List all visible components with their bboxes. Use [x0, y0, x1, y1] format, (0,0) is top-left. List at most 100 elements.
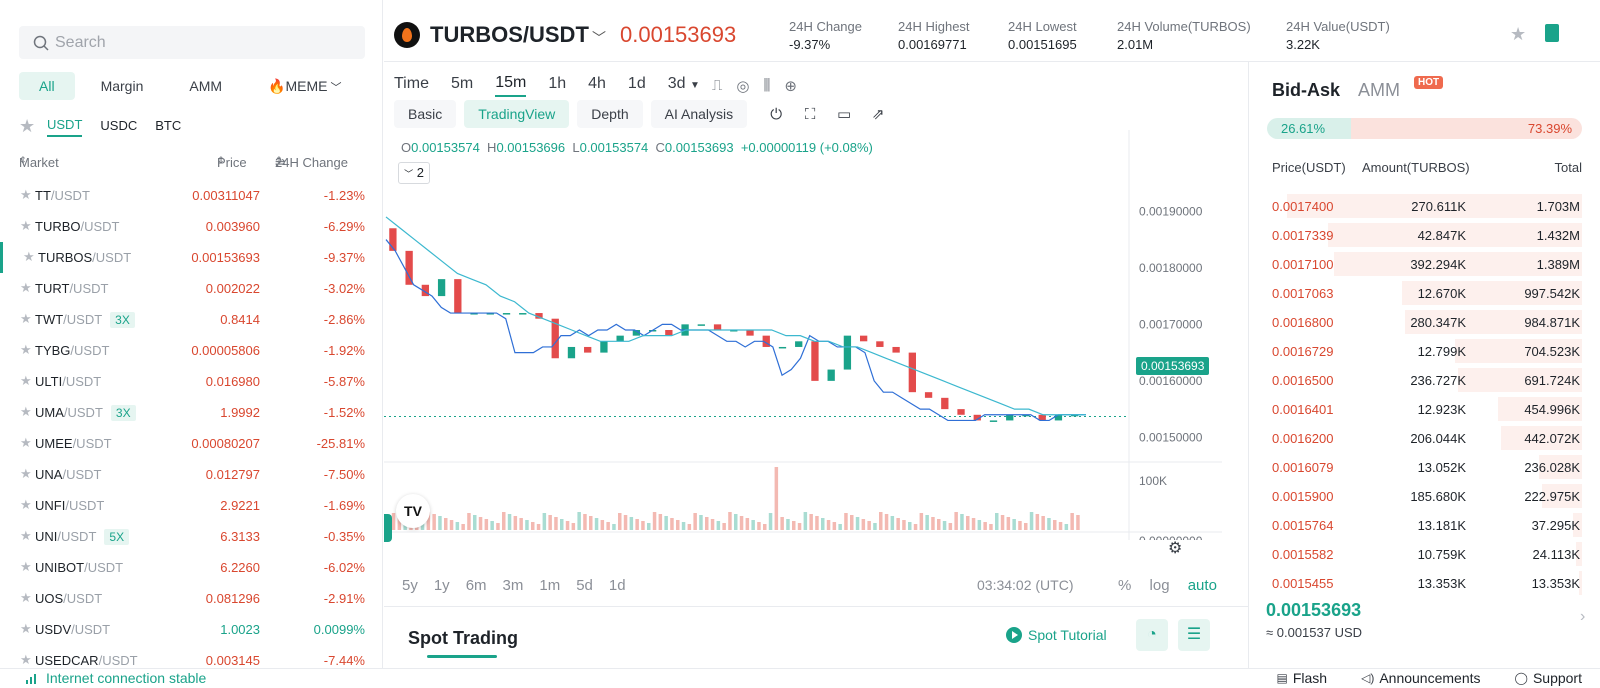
add-icon[interactable]: ⊕ — [784, 77, 797, 95]
ask-row[interactable]: 0.0016729 12.799K 704.523K — [1250, 337, 1600, 366]
ask-row[interactable]: 0.0017063 12.670K 997.542K — [1250, 279, 1600, 308]
footer-flash[interactable]: ▤ Flash — [1277, 670, 1328, 686]
settings-sliders-icon[interactable]: ☰ — [1178, 619, 1210, 651]
market-row[interactable]: ★ UOS/USDT 0.081296 -2.91% — [0, 583, 382, 614]
range-1d[interactable]: 1d — [609, 577, 626, 594]
market-row[interactable]: ★ USDV/USDT 1.0023 0.0099% — [0, 614, 382, 645]
tf-1h[interactable]: 1h — [548, 75, 566, 96]
star-icon[interactable]: ★ — [20, 373, 32, 389]
chevron-right-icon[interactable]: › — [1580, 608, 1585, 626]
tab-bid-ask[interactable]: Bid-Ask — [1272, 80, 1340, 101]
star-icon[interactable]: ★ — [20, 435, 32, 451]
range-1m[interactable]: 1m — [539, 577, 560, 594]
tab-meme[interactable]: 🔥MEME ﹀ — [248, 72, 361, 100]
market-row[interactable]: ★ UMEE/USDT 0.00080207 -25.81% — [0, 428, 382, 459]
tab-amm-book[interactable]: AMM — [1358, 80, 1400, 101]
market-row[interactable]: ★ UNA/USDT 0.012797 -7.50% — [0, 459, 382, 490]
ask-row[interactable]: 0.0015455 13.353K 13.353K — [1250, 569, 1600, 598]
market-row[interactable]: ★ TURBOS/USDT 0.00153693 -9.37% — [0, 242, 382, 273]
ask-row[interactable]: 0.0017339 42.847K 1.432M — [1250, 221, 1600, 250]
power-icon[interactable]: ⏻ — [763, 101, 789, 127]
range-3m[interactable]: 3m — [503, 577, 524, 594]
favorites-star-icon[interactable]: ★ — [19, 116, 47, 137]
star-icon[interactable]: ★ — [20, 497, 32, 513]
side-panel-toggle[interactable] — [384, 514, 392, 542]
market-row[interactable]: ★ TYBG/USDT 0.00005806 -1.92% — [0, 335, 382, 366]
scale-percent[interactable]: % — [1118, 577, 1131, 594]
footer-support[interactable]: ◯ Support — [1515, 670, 1582, 686]
ask-row[interactable]: 0.0017400 270.611K 1.703M — [1250, 192, 1600, 221]
star-icon[interactable]: ★ — [20, 528, 32, 544]
tab-margin[interactable]: Margin — [81, 72, 164, 100]
market-row[interactable]: ★ ULTI/USDT 0.016980 -5.87% — [0, 366, 382, 397]
star-icon[interactable]: ★ — [20, 311, 32, 327]
share-icon[interactable]: ⇗ — [865, 101, 891, 127]
star-icon[interactable]: ★ — [20, 652, 32, 668]
market-row[interactable]: ★ UNI/USDT 5X 6.3133 -0.35% — [0, 521, 382, 552]
scale-auto[interactable]: auto — [1188, 577, 1217, 594]
favorite-star-icon[interactable]: ★ — [1510, 24, 1526, 45]
range-5y[interactable]: 5y — [402, 577, 418, 594]
gear-icon[interactable]: ⚙ — [1168, 538, 1182, 558]
star-icon[interactable]: ★ — [20, 559, 32, 575]
market-row[interactable]: ★ TURT/USDT 0.002022 -3.02% — [0, 273, 382, 304]
ask-row[interactable]: 0.0016200 206.044K 442.072K — [1250, 424, 1600, 453]
tf-15m[interactable]: 15m — [495, 74, 527, 97]
pair-name[interactable]: TURBOS/USDT — [430, 22, 589, 48]
market-row[interactable]: ★ UNIBOT/USDT 6.2260 -6.02% — [0, 552, 382, 583]
search-input[interactable]: Search — [19, 26, 365, 59]
tf-time[interactable]: Time — [394, 75, 429, 96]
ask-row[interactable]: 0.0016401 12.923K 454.996K — [1250, 395, 1600, 424]
star-icon[interactable]: ★ — [20, 218, 32, 234]
star-icon[interactable]: ★ — [23, 249, 35, 265]
market-row[interactable]: ★ TURBO/USDT 0.003960 -6.29% — [0, 211, 382, 242]
footer-announcements[interactable]: ◁) Announcements — [1361, 670, 1480, 686]
star-icon[interactable]: ★ — [20, 280, 32, 296]
star-icon[interactable]: ★ — [20, 621, 32, 637]
tf-3d[interactable]: 3d ▼ — [668, 75, 700, 96]
star-icon[interactable]: ★ — [20, 404, 32, 420]
market-row[interactable]: ★ UNFI/USDT 2.9221 -1.69% — [0, 490, 382, 521]
tab-all[interactable]: All — [19, 72, 75, 100]
candlestick-chart[interactable]: 0.00190000 0.00180000 0.00170000 0.00160000… — [384, 130, 1249, 540]
view-tradingview[interactable]: TradingView — [464, 100, 570, 128]
tab-usdc[interactable]: USDC — [100, 118, 137, 136]
market-row[interactable]: ★ TT/USDT 0.00311047 -1.23% — [0, 180, 382, 211]
scale-log[interactable]: log — [1150, 577, 1170, 594]
ask-row[interactable]: 0.0016500 236.727K 691.724K — [1250, 366, 1600, 395]
spot-tutorial-link[interactable]: Spot Tutorial — [1006, 627, 1107, 643]
range-5d[interactable]: 5d — [576, 577, 593, 594]
tf-1d[interactable]: 1d — [628, 75, 646, 96]
ask-row[interactable]: 0.0017100 392.294K 1.389M — [1250, 250, 1600, 279]
market-row[interactable]: ★ USEDCAR/USDT 0.003145 -7.44% — [0, 645, 382, 668]
view-ai-analysis[interactable]: AI Analysis — [650, 100, 748, 128]
pie-chart-icon[interactable]: ◔ — [1136, 619, 1168, 651]
ask-row[interactable]: 0.0015900 185.680K 222.975K — [1250, 482, 1600, 511]
ask-row[interactable]: 0.0015582 10.759K 24.113K — [1250, 540, 1600, 569]
ma-toggle[interactable]: ﹀ 2 — [398, 162, 430, 184]
tradingview-logo-icon[interactable]: TV — [396, 494, 430, 528]
view-depth[interactable]: Depth — [577, 100, 643, 128]
tab-btc[interactable]: BTC — [155, 118, 181, 136]
star-icon[interactable]: ★ — [20, 466, 32, 482]
indicator-icon[interactable]: ◎ — [736, 77, 749, 95]
tf-5m[interactable]: 5m — [451, 75, 473, 96]
market-row[interactable]: ★ TWT/USDT 3X 0.8414 -2.86% — [0, 304, 382, 335]
star-icon[interactable]: ★ — [20, 342, 32, 358]
chevron-down-icon[interactable]: ﹀ — [592, 28, 606, 48]
ask-row[interactable]: 0.0016079 13.052K 236.028K — [1250, 453, 1600, 482]
market-row[interactable]: ★ UMA/USDT 3X 1.9992 -1.52% — [0, 397, 382, 428]
tab-usdt[interactable]: USDT — [47, 117, 83, 137]
star-icon[interactable]: ★ — [20, 590, 32, 606]
candles-icon[interactable]: ⫼ — [763, 77, 770, 94]
ask-row[interactable]: 0.0016800 280.347K 984.871K — [1250, 308, 1600, 337]
tab-amm[interactable]: AMM — [169, 72, 242, 100]
fullscreen-icon[interactable]: ⛶ — [797, 101, 823, 127]
ask-row[interactable]: 0.0015764 13.181K 37.295K — [1250, 511, 1600, 540]
book-icon[interactable] — [1545, 24, 1559, 42]
view-basic[interactable]: Basic — [394, 100, 457, 128]
spot-trading-title[interactable]: Spot Trading — [408, 628, 518, 649]
layout-icon[interactable]: ▭ — [831, 101, 857, 127]
range-1y[interactable]: 1y — [434, 577, 450, 594]
tf-4h[interactable]: 4h — [588, 75, 606, 96]
